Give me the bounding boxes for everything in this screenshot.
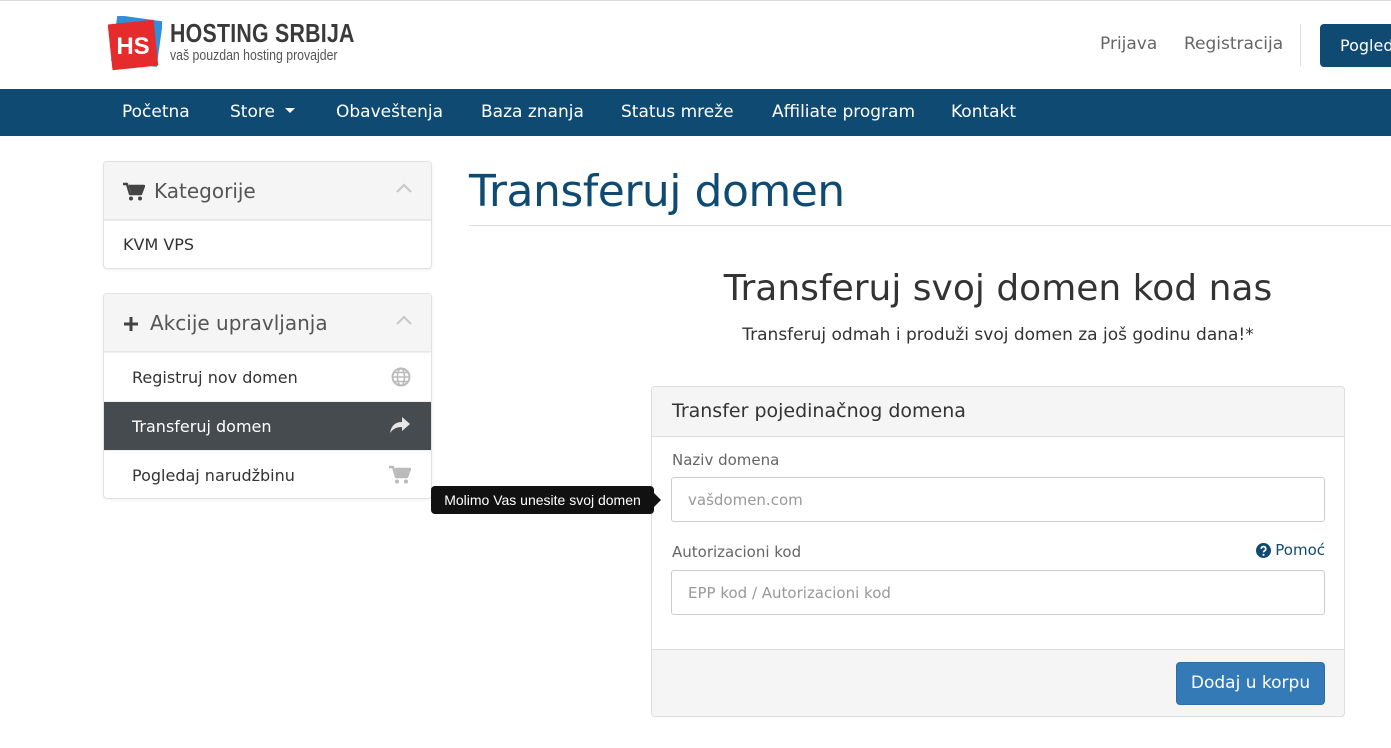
cart-icon <box>123 182 145 201</box>
nav-item-label: Baza znanja <box>481 102 584 122</box>
question-circle-icon <box>1256 543 1272 558</box>
nav-item-home[interactable]: Početna <box>122 89 190 136</box>
nav-item-label: Affiliate program <box>772 102 916 122</box>
main-navbar: Početna Store Obaveštenja Baza znanja St… <box>0 89 1391 136</box>
domain-label: Naziv domena <box>672 451 780 469</box>
nav-item-label: Store <box>230 102 275 122</box>
top-border <box>0 0 1391 1</box>
site-logo[interactable]: HS HOSTING SRBIJA vaš pouzdan hosting pr… <box>108 14 354 76</box>
page-title: Transferuj domen <box>469 166 845 217</box>
logo-badge-icon: HS <box>108 16 162 71</box>
nav-item-announcements[interactable]: Obaveštenja <box>336 89 443 136</box>
sidebar-item-label: Transferuj domen <box>132 417 272 436</box>
auth-code-input[interactable] <box>671 570 1325 615</box>
actions-panel: Akcije upravljanja Registruj nov domen T… <box>103 293 432 499</box>
cart-icon <box>389 465 411 484</box>
nav-item-label: Početna <box>122 102 190 122</box>
logo-subtitle: vaš pouzdan hosting provajder <box>170 47 338 64</box>
hero-title: Transferuj svoj domen kod nas <box>723 268 1273 309</box>
nav-item-knowledgebase[interactable]: Baza znanja <box>481 89 584 136</box>
register-link[interactable]: Registracija <box>1184 34 1283 54</box>
view-cart-button[interactable]: Pogled <box>1320 24 1391 67</box>
nav-item-contact[interactable]: Kontakt <box>951 89 1016 136</box>
nav-item-affiliate[interactable]: Affiliate program <box>772 89 915 136</box>
logo-badge-text: HS <box>116 33 149 60</box>
actions-panel-header[interactable]: Akcije upravljanja <box>104 294 431 352</box>
nav-item-store[interactable]: Store <box>230 89 295 136</box>
sidebar-item-label: Registruj nov domen <box>132 368 298 387</box>
categories-panel: Kategorije KVM VPS <box>103 161 432 269</box>
chevron-up-icon[interactable] <box>395 182 413 194</box>
domain-input[interactable] <box>671 477 1325 522</box>
title-divider <box>469 225 1391 226</box>
plus-icon <box>124 317 138 331</box>
sidebar-item-label: KVM VPS <box>123 235 195 254</box>
globe-icon <box>391 367 411 387</box>
help-label: Pomoć <box>1275 541 1325 559</box>
categories-panel-header[interactable]: Kategorije <box>104 162 431 220</box>
login-link[interactable]: Prijava <box>1100 34 1157 54</box>
transfer-card: Transfer pojedinačnog domena Naziv domen… <box>651 386 1345 717</box>
chevron-up-icon[interactable] <box>395 314 413 326</box>
categories-title: Kategorije <box>154 179 256 203</box>
sidebar-item-register-domain[interactable]: Registruj nov domen <box>104 352 431 401</box>
transfer-card-footer: Dodaj u korpu <box>652 649 1344 716</box>
actions-title: Akcije upravljanja <box>150 311 328 335</box>
sidebar-item-kvm-vps[interactable]: KVM VPS <box>104 220 431 268</box>
nav-item-network-status[interactable]: Status mreže <box>621 89 734 136</box>
sidebar-item-transfer-domain[interactable]: Transferuj domen <box>104 401 431 450</box>
add-to-cart-button[interactable]: Dodaj u korpu <box>1176 662 1325 705</box>
transfer-card-title: Transfer pojedinačnog domena <box>672 400 966 422</box>
caret-down-icon <box>284 107 295 113</box>
domain-tooltip: Molimo Vas unesite svoj domen <box>431 486 654 514</box>
share-arrow-icon <box>390 417 410 433</box>
auth-code-label: Autorizacioni kod <box>672 543 802 561</box>
hero-subtitle: Transferuj odmah i produži svoj domen za… <box>742 325 1254 345</box>
transfer-card-header: Transfer pojedinačnog domena <box>652 387 1344 437</box>
sidebar-item-label: Pogledaj narudžbinu <box>132 466 295 485</box>
logo-title: HOSTING SRBIJA <box>170 18 355 48</box>
nav-item-label: Kontakt <box>951 102 1017 122</box>
nav-item-label: Status mreže <box>621 102 734 122</box>
nav-item-label: Obaveštenja <box>336 102 444 122</box>
header-divider <box>1300 24 1301 66</box>
help-link[interactable]: Pomoć <box>1256 541 1325 559</box>
tooltip-arrow <box>654 493 661 507</box>
sidebar-item-view-cart[interactable]: Pogledaj narudžbinu <box>104 450 431 498</box>
